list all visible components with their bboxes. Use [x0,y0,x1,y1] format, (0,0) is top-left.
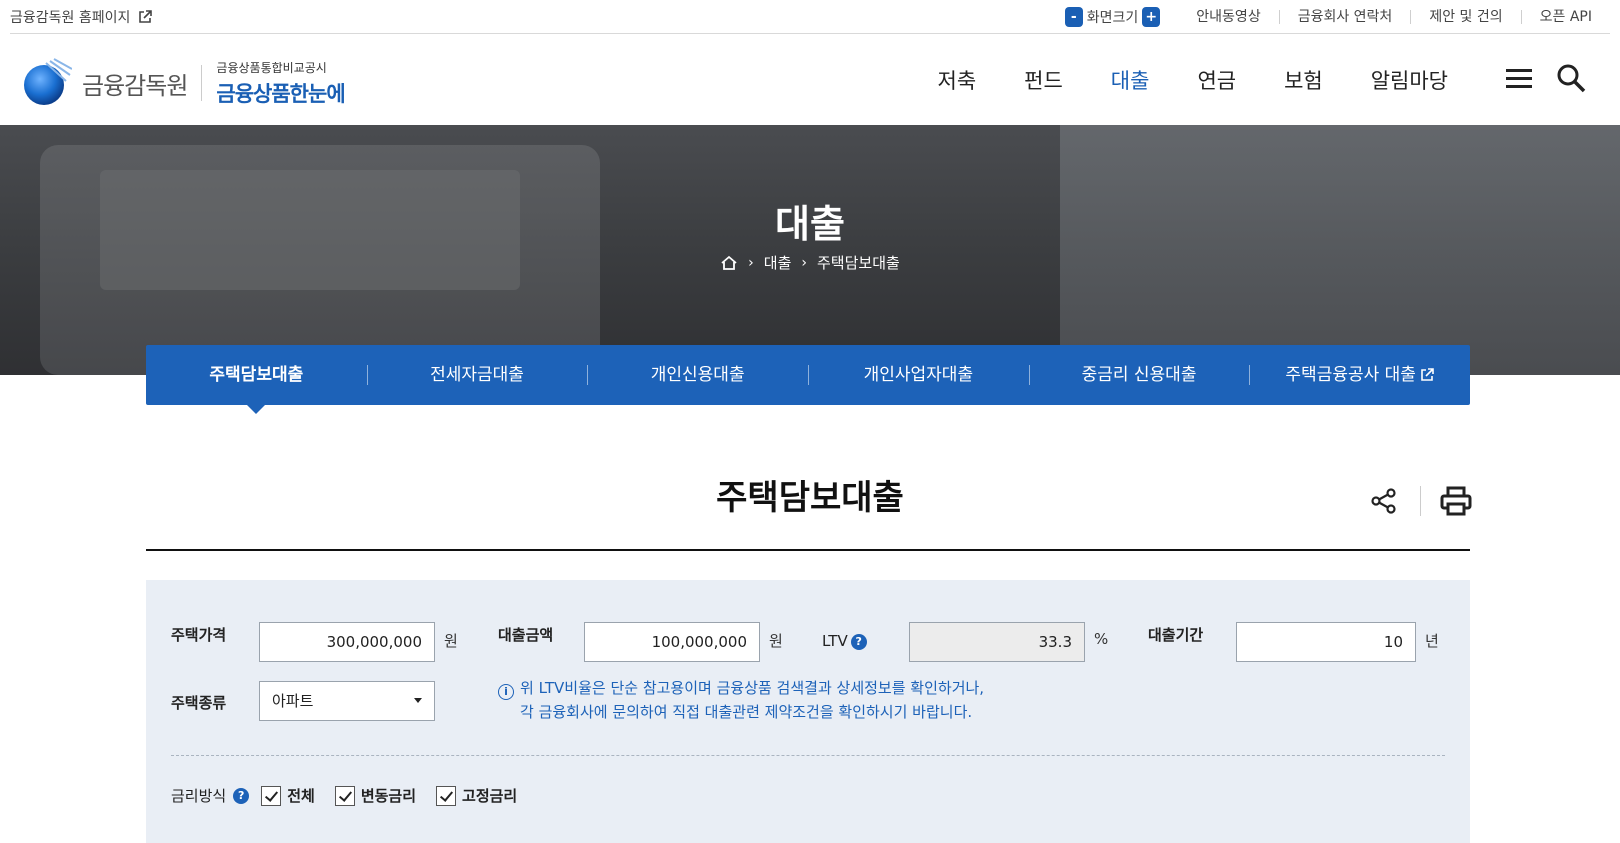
tab-mid-rate[interactable]: 중금리 신용대출 [1028,365,1250,385]
share-icon[interactable] [1370,487,1398,515]
rate-option-fixed-label: 고정금리 [462,787,518,805]
hamburger-menu-icon[interactable] [1506,67,1532,89]
house-type-label: 주택종류 [171,694,227,712]
info-icon: i [498,684,514,700]
util-link-video[interactable]: 안내동영상 [1178,10,1278,24]
breadcrumb-item-loan[interactable]: 대출 [764,252,792,273]
ltv-label: LTV [822,632,848,650]
nav-item-savings[interactable]: 저축 [914,65,1001,95]
chevron-right-icon: › [748,254,754,271]
loan-period-input[interactable]: 10 [1236,622,1416,662]
nav-item-pension[interactable]: 연금 [1173,65,1260,95]
house-price-label: 주택가격 [171,626,227,644]
loan-category-tabs: 주택담보대출 전세자금대출 개인신용대출 개인사업자대출 중금리 신용대출 주택… [146,345,1470,405]
house-price-unit: 원 [444,632,458,650]
rate-option-variable[interactable]: 변동금리 [334,785,417,806]
site-logo[interactable]: 금융감독원 금융상품통합비교공시 금융상품한눈에 [20,57,346,109]
logo-subtitle-small: 금융상품통합비교공시 [216,60,327,75]
main-nav: 저축 펀드 대출 연금 보험 알림마당 [914,65,1472,95]
site-header: 금융감독원 금융상품통합비교공시 금융상품한눈에 저축 펀드 대출 연금 보험 … [0,35,1620,125]
nav-item-notice[interactable]: 알림마당 [1347,65,1472,95]
nav-item-insurance[interactable]: 보험 [1260,65,1347,95]
hero-paper-image [1060,125,1620,375]
rate-option-all-label: 전체 [287,787,315,805]
nav-item-loan[interactable]: 대출 [1087,65,1174,95]
toolbar-divider [1420,486,1421,516]
home-icon[interactable] [720,255,738,271]
logo-divider [201,65,203,101]
fss-logo-icon [24,58,72,105]
chevron-down-icon [414,698,422,703]
loan-amount-unit: 원 [769,632,783,650]
title-divider [146,549,1470,551]
home-link-label: 금융감독원 홈페이지 [10,9,131,26]
house-type-select[interactable]: 아파트 [259,681,435,721]
checkbox-checked-icon[interactable] [261,785,282,806]
zoom-in-button[interactable]: + [1142,6,1161,27]
tab-business[interactable]: 개인사업자대출 [808,365,1029,385]
nav-item-fund[interactable]: 펀드 [1000,65,1087,95]
breadcrumb-item-current[interactable]: 주택담보대출 [817,252,900,273]
loan-period-label: 대출기간 [1148,626,1204,644]
tab-mortgage[interactable]: 주택담보대출 [146,365,367,385]
tab-personal-credit[interactable]: 개인신용대출 [587,365,808,385]
tab-jeonse[interactable]: 전세자금대출 [366,365,588,385]
house-price-input[interactable]: 300,000,000 [259,622,435,662]
external-link-icon [139,9,153,23]
logo-subtitle: 금융상품통합비교공시 금융상품한눈에 [216,59,345,108]
rate-option-fixed[interactable]: 고정금리 [436,785,517,806]
search-form-panel: 주택가격 300,000,000 원 대출금액 100,000,000 원 LT… [146,580,1470,843]
ltv-unit: % [1094,630,1109,648]
search-icon[interactable] [1556,63,1586,93]
active-tab-indicator [247,405,265,414]
util-link-open-api[interactable]: 오픈 API [1520,9,1610,24]
checkbox-checked-icon[interactable] [334,785,355,806]
rate-option-all[interactable]: 전체 [261,785,315,806]
tab-hf-loan-label: 주택금융공사 대출 [1285,365,1416,385]
print-icon[interactable] [1440,486,1472,516]
breadcrumb: › 대출 › 주택담보대출 [0,252,1620,273]
ltv-output: 33.3 [909,622,1085,662]
chevron-right-icon: › [801,254,807,271]
ltv-notice: i 위 LTV비율은 단순 참고용이며 금융상품 검색결과 상세정보를 확인하거나… [498,676,984,724]
zoom-label: 화면크기 [1086,9,1139,26]
util-link-contacts[interactable]: 금융회사 연락처 [1278,9,1411,24]
house-type-value: 아파트 [272,692,314,710]
ltv-label-wrap: LTV? [822,632,867,650]
logo-name: 금융감독원 [82,71,188,100]
home-link[interactable]: 금융감독원 홈페이지 [10,7,153,27]
utility-bar: 금융감독원 홈페이지 - 화면크기 + 안내동영상 금융회사 연락처 제안 및 … [10,0,1610,34]
tab-hf-loan[interactable]: 주택금융공사 대출 [1249,365,1470,385]
rate-type-row: 금리방식 ? 전체 변동금리 고정금리 [171,785,537,806]
loan-period-unit: 년 [1425,632,1439,650]
notice-line-2: 각 금융회사에 문의하여 직접 대출관련 제약조건을 확인하시기 바랍니다. [520,703,973,721]
rate-help-icon[interactable]: ? [233,787,250,804]
form-divider [171,755,1445,756]
ltv-help-icon[interactable]: ? [850,634,867,650]
loan-amount-label: 대출금액 [498,626,554,644]
rate-type-label: 금리방식 [171,787,227,805]
checkbox-checked-icon[interactable] [436,785,457,806]
notice-line-1: 위 LTV비율은 단순 참고용이며 금융상품 검색결과 상세정보를 확인하거나, [520,679,985,697]
hero-title: 대출 [775,202,845,246]
hero-banner: 대출 › 대출 › 주택담보대출 [0,125,1620,375]
zoom-out-button[interactable]: - [1064,6,1083,27]
logo-subtitle-large: 금융상품한눈에 [216,81,345,106]
rate-option-variable-label: 변동금리 [360,787,417,805]
util-link-suggestion[interactable]: 제안 및 건의 [1410,9,1520,24]
loan-amount-input[interactable]: 100,000,000 [584,622,760,662]
zoom-control: - 화면크기 + [1064,6,1179,27]
external-link-icon [1421,368,1434,381]
